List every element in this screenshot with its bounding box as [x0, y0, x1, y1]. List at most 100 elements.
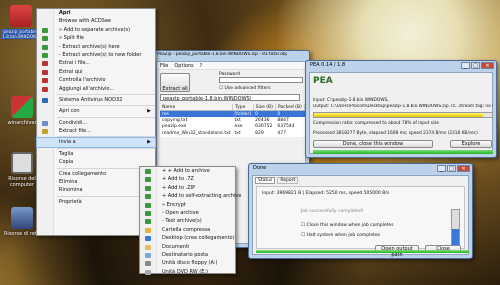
done-close-button[interactable]: Done, close this window — [313, 140, 433, 148]
menu-item-apri-con[interactable]: Apri con ▶ — [37, 107, 155, 115]
window-title: PeaZip - peazip_portable-1.8.bin.WINDOWS… — [157, 52, 287, 57]
menu-item-condividi[interactable]: Condividi... — [37, 119, 155, 127]
menu-item-estrai-qui[interactable]: Estrai qui — [37, 68, 155, 76]
sendto-dvd[interactable]: Unità DVD RW (E:) — [140, 268, 235, 276]
floppy-icon — [145, 261, 151, 267]
sendto-desktop[interactable]: Desktop (crea collegamento) — [140, 234, 235, 242]
menu-item-label: Aggiungi all'archivio... — [59, 85, 115, 92]
desktop-icon — [145, 236, 151, 242]
password-field[interactable] — [219, 77, 303, 83]
done-progress-fill — [256, 250, 469, 253]
menu-item-label: Destinatario posta — [162, 251, 209, 258]
peazip-icon — [145, 177, 151, 183]
menu-item-aggiungi[interactable]: Aggiungi all'archivio... — [37, 85, 155, 93]
winrar-icon — [42, 78, 48, 84]
menu-options[interactable]: Options — [174, 62, 193, 69]
menu-item-copia[interactable]: Copia — [37, 158, 155, 166]
menu-item-taglia[interactable]: Taglia — [37, 150, 155, 158]
window-titlebar[interactable]: PEA 0.14 / 1.8 _ □ ✕ — [306, 61, 496, 71]
tab-bar: Status Report — [253, 176, 468, 185]
menu-item-label: Rinomina — [59, 187, 83, 194]
menu-file[interactable]: File — [160, 62, 168, 69]
menu-item-label: Condividi... — [59, 119, 87, 126]
menu-help[interactable]: ? — [200, 62, 203, 69]
sendto-add-sfx[interactable]: + Add to self-extracting archive — [140, 192, 241, 200]
explore-button[interactable]: Explore — [450, 140, 492, 148]
desktop-icon-peazip[interactable]: peazip_portable-1.8.bin.WINDOWS — [1, 5, 41, 39]
menu-item-nod32[interactable]: Sistema Antivirus NOD32 — [37, 96, 155, 104]
pea-bottom-bar — [313, 150, 493, 154]
sendto-encrypt[interactable]: » Encrypt — [140, 201, 235, 209]
sendto-mail[interactable]: Destinatario posta — [140, 251, 235, 259]
peazip-icon — [145, 219, 151, 225]
tab-report[interactable]: Report — [277, 177, 299, 184]
menu-item-add-separate[interactable]: » Add to separate archive(s) — [37, 26, 155, 34]
menu-item-elimina[interactable]: Elimina — [37, 178, 155, 186]
table-row[interactable]: readme_Win32_standalone.txt txt 829 477 — [160, 130, 321, 137]
advanced-filters-check[interactable]: ☐ Use advanced filters — [219, 86, 271, 91]
menu-item-label: Taglia — [59, 150, 74, 157]
menu-item-label: » Encrypt — [162, 201, 186, 208]
menu-item-apri[interactable]: Apri — [37, 9, 155, 17]
menu-item-label: Documenti — [162, 243, 190, 250]
menu-item-estrai-file[interactable]: Estrai i file... — [37, 59, 155, 67]
sendto-add-zip[interactable]: + Add to .ZIP — [140, 184, 235, 192]
computer-icon — [11, 152, 33, 174]
menu-item-label: - Open archive — [162, 209, 199, 216]
menu-item-split[interactable]: » Split file — [37, 34, 155, 42]
sendto-floppy[interactable]: Unità disco floppy (A:) — [140, 259, 235, 267]
network-icon — [11, 207, 33, 229]
menu-item-label: Sistema Antivirus NOD32 — [59, 96, 123, 103]
menu-separator — [57, 93, 155, 95]
menu-item-rinomina[interactable]: Rinomina — [37, 186, 155, 194]
maximize-button[interactable]: □ — [447, 165, 456, 172]
minimize-button[interactable]: _ — [461, 62, 470, 69]
window-titlebar[interactable]: Done _ □ ✕ — [249, 164, 472, 174]
sendto-open-archive[interactable]: - Open archive — [140, 209, 235, 217]
sendto-test-archive[interactable]: - Test archive(s) — [140, 217, 235, 225]
menu-item-label: Apri — [59, 10, 71, 16]
menu-item-label: » Split file — [59, 35, 84, 42]
menu-item-label: Elimina — [59, 179, 78, 186]
extract-all-button[interactable]: Extract all — [160, 73, 190, 92]
menu-item-extract-file[interactable]: Extract file... — [37, 127, 155, 135]
maximize-button[interactable]: □ — [471, 62, 480, 69]
peazip-icon — [145, 202, 151, 208]
close-when-done-check[interactable]: ☐ Close this window when job completes — [301, 223, 394, 228]
peazip-icon — [42, 44, 48, 50]
minimize-button[interactable]: _ — [437, 165, 446, 172]
menu-item-proprieta[interactable]: Proprietà — [37, 198, 155, 206]
advanced-filters-label: Use advanced filters — [224, 86, 271, 91]
menu-item-invia-a[interactable]: Invia a ▶ — [36, 137, 156, 148]
cell-name: readme_Win32_standalone.txt — [162, 130, 231, 136]
dvd-drive-icon — [145, 269, 151, 275]
sendto-add-7z[interactable]: + Add to .7Z — [140, 175, 235, 183]
sendto-documents[interactable]: Documenti — [140, 243, 235, 251]
pea-heading: PEA — [313, 76, 333, 86]
menu-item-label: Estrai qui — [59, 68, 83, 75]
menu-item-crea-collegamento[interactable]: Crea collegamento — [37, 170, 155, 178]
submenu-arrow-icon: ▶ — [147, 139, 151, 146]
close-icon[interactable]: ✕ — [481, 62, 494, 69]
peazip-icon — [145, 194, 151, 200]
menu-item-acdsee[interactable]: Browse with ACDSee — [37, 17, 155, 25]
menu-item-label: Apri con — [59, 108, 80, 115]
sendto-compressed-folder[interactable]: Cartella compressa — [140, 226, 235, 234]
menu-item-extract-new-folder[interactable]: - Extract archive(s) to new folder — [37, 51, 155, 59]
menu-item-label: + Add to .7Z — [162, 176, 194, 183]
tab-status[interactable]: Status — [255, 177, 276, 184]
path-field[interactable]: peazip_portable-1.8.bin.WINDOWS\ — [160, 94, 300, 101]
menu-separator — [57, 116, 155, 118]
menu-bar: File Options ? — [157, 62, 305, 70]
window-titlebar[interactable]: PeaZip - peazip_portable-1.8.bin.WINDOWS… — [153, 51, 309, 61]
close-icon[interactable]: ✕ — [457, 165, 470, 172]
menu-item-label: Unità DVD RW (E:) — [162, 268, 209, 275]
halt-system-check[interactable]: ☐ Halt system when job completes — [301, 233, 380, 238]
job-message: Job successfully completed! — [301, 209, 364, 214]
pea-compression: Compression ratio: compressed to about 7… — [313, 121, 440, 126]
context-menu: Apri Browse with ACDSee » Add to separat… — [36, 8, 156, 236]
menu-item-controlla[interactable]: Controlla l'archivio — [37, 76, 155, 84]
menu-item-label: + Add to self-extracting archive — [162, 193, 242, 200]
menu-item-extract-here[interactable]: - Extract archive(s) here — [37, 43, 155, 51]
sendto-add-archive[interactable]: + + Add to archive — [140, 167, 235, 175]
